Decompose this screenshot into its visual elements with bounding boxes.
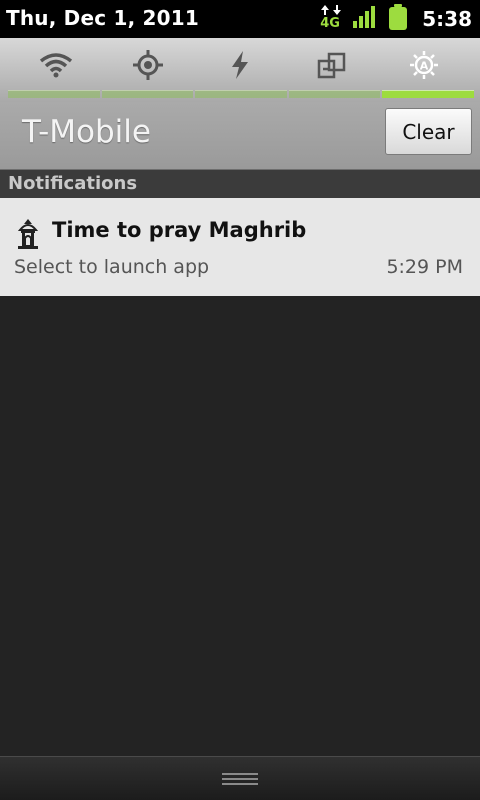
toggle-indicators: [8, 90, 474, 98]
wifi-toggle[interactable]: [26, 40, 86, 90]
wifi-indicator: [8, 90, 100, 98]
data-sync-icon: [317, 52, 346, 79]
status-icons: 4G 5:38: [320, 4, 472, 34]
gps-indicator: [101, 90, 194, 98]
carrier-row: T-Mobile Clear: [0, 102, 480, 170]
clear-button[interactable]: Clear: [385, 108, 472, 155]
gps-toggle[interactable]: [118, 40, 178, 90]
signal-icon: [352, 5, 378, 33]
data-arrows-icon: 4G: [320, 4, 342, 34]
notification-time: 5:29 PM: [386, 256, 463, 278]
brightness-indicator: [382, 90, 474, 98]
4g-icon: 4G: [320, 16, 340, 31]
notifications-header: Notifications: [0, 170, 480, 198]
data-sync-toggle[interactable]: [302, 40, 362, 90]
carrier-label: T-Mobile: [22, 114, 151, 150]
mosque-icon: [14, 218, 42, 250]
drag-handle-icon[interactable]: [222, 773, 258, 785]
brightness-toggle[interactable]: A: [394, 40, 454, 90]
wifi-icon: [39, 53, 73, 78]
sync-indicator: [288, 90, 381, 98]
status-date: Thu, Dec 1, 2011: [6, 6, 200, 30]
power-toggle[interactable]: [210, 40, 270, 90]
brightness-auto-icon: A: [410, 51, 438, 79]
status-time: 5:38: [422, 7, 472, 31]
notification-text: Select to launch app: [14, 256, 210, 278]
notification-title: Time to pray Maghrib: [52, 218, 307, 242]
power-indicator: [195, 90, 287, 98]
power-icon: [232, 51, 248, 79]
status-bar: Thu, Dec 1, 2011 4G 5:38: [0, 0, 480, 38]
svg-text:A: A: [420, 60, 429, 73]
bottom-handle-bar[interactable]: [0, 756, 480, 800]
quick-settings-bar: A: [0, 38, 480, 102]
notification-item[interactable]: Time to pray Maghrib Select to launch ap…: [0, 198, 480, 296]
battery-icon: [388, 3, 408, 35]
gps-icon: [133, 50, 163, 80]
